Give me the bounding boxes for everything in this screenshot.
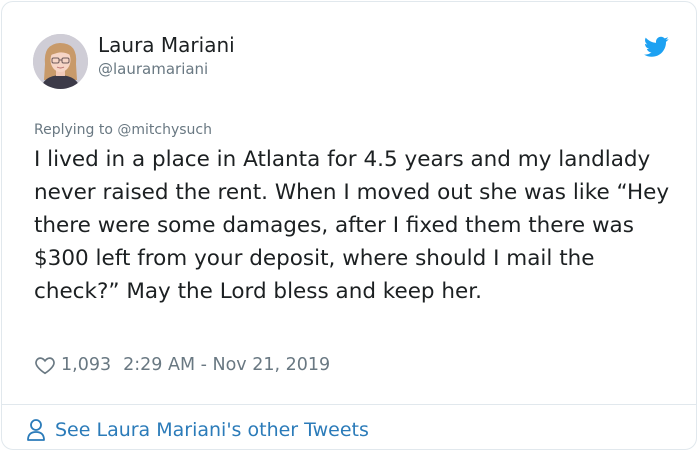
heart-icon[interactable] (34, 354, 56, 376)
twitter-bird-icon[interactable] (644, 36, 669, 58)
replying-to: Replying to @mitchysuch (34, 122, 212, 138)
see-other-tweets-link[interactable]: See Laura Mariani's other Tweets (26, 415, 369, 445)
like-count[interactable]: 1,093 (61, 355, 111, 375)
reply-handle-link[interactable]: @mitchysuch (117, 122, 212, 138)
see-other-tweets-label: See Laura Mariani's other Tweets (55, 419, 369, 441)
timestamp[interactable]: 2:29 AM - Nov 21, 2019 (123, 355, 330, 375)
tweet-text: I lived in a place in Atlanta for 4.5 ye… (34, 147, 670, 304)
tweet-meta: 1,093 2:29 AM - Nov 21, 2019 (34, 351, 330, 379)
person-icon (27, 419, 45, 441)
avatar[interactable] (33, 34, 88, 89)
author-handle[interactable]: @lauramariani (98, 60, 208, 78)
tweet-card: Laura Mariani @lauramariani Replying to … (1, 1, 697, 450)
divider (2, 404, 696, 405)
replying-to-prefix: Replying to (34, 122, 118, 138)
author-name[interactable]: Laura Mariani (98, 33, 235, 57)
